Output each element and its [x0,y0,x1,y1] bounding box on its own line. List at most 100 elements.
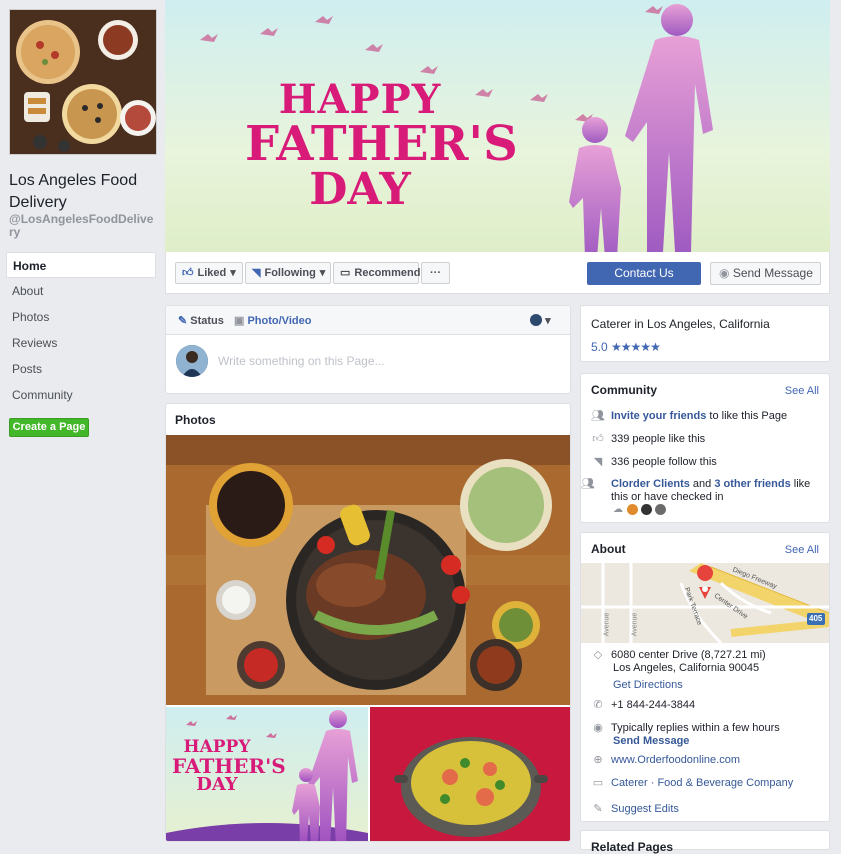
user-avatar-image [176,345,208,377]
community-see-all-link[interactable]: See All [785,385,819,397]
composer-input[interactable]: Write something on this Page... [218,354,385,368]
clorder-clients-link[interactable]: Clorder Clients [611,478,690,490]
rating-stars-icon: ★★★★★ [611,340,661,354]
messenger-icon: ◉ [593,722,603,734]
cover-line2: FATHER'S [245,116,518,172]
suggest-edits-link: Suggest Edits [611,803,679,815]
rating-row[interactable]: 5.0 ★★★★★ [591,340,661,354]
other-friends-link[interactable]: 3 other friends [714,478,790,490]
map-image [581,563,829,643]
phone-row[interactable]: ✆ +1 844-244-3844 [591,699,695,712]
photo-thumb-curry[interactable] [370,707,570,841]
address-line2: Los Angeles, California 90045 [613,662,760,674]
send-message-link[interactable]: Send Message [613,735,689,748]
follows-row: ◥ 336 people follow this [591,456,717,469]
category-icon: ▭ [592,777,604,789]
friends-row: 👥︎ Clorder Clients and 3 other friends li… [581,478,819,504]
rating-value: 5.0 [591,340,608,354]
more-options-button[interactable]: ··· [421,262,450,284]
contact-us-button[interactable]: Contact Us [587,262,701,285]
tab-status[interactable]: ✎ Status [178,314,224,327]
address-line1: 6080 center Drive (8,727.21 mi) [611,649,766,661]
status-tab-label: Status [190,315,224,327]
people-icon: 👥︎ [591,410,605,422]
follows-count: 336 people follow this [611,456,717,468]
friend-avatar[interactable] [627,504,638,515]
page-category: Caterer in Los Angeles, California [591,317,770,331]
profile-picture[interactable] [9,9,157,155]
nav-item-reviews[interactable]: Reviews [6,330,156,356]
left-column: Los Angeles Food Delivery @LosAngelesFoo… [0,0,165,842]
camera-icon: ▣ [234,315,245,327]
location-map[interactable]: Diego Freeway Center Drive Park Terrace … [581,563,829,643]
thumbs-up-icon: 👍︎ [592,433,604,445]
map-label: 405 [809,614,823,623]
response-time: Typically replies within a few hours [611,722,780,734]
nav-item-posts[interactable]: Posts [6,356,156,382]
nav-item-about[interactable]: About [6,278,156,304]
friend-avatars: ☁ [613,504,666,515]
recommend-button[interactable]: ▭ Recommend [333,262,421,284]
composer-tabs: ✎ Status ▣ Photo/Video ▾ [166,306,570,335]
page-handle[interactable]: @LosAngelesFoodDelivery [9,213,157,239]
website-row[interactable]: ⊕ www.Orderfoodonline.com [591,754,740,767]
response-row: ◉ Typically replies within a few hours [591,722,780,735]
map-label: Avenue [631,612,639,637]
get-directions-link[interactable]: Get Directions [613,679,683,692]
cover-headline: HAPPY FATHER'S DAY [245,76,518,215]
chevron-down-icon: ▾ [230,267,236,279]
cloud-icon: ☁ [613,504,623,515]
likes-count: 339 people like this [611,433,706,445]
photo-tab-label: Photo/Video [247,315,312,327]
nav-item-photos[interactable]: Photos [6,304,156,330]
business-category: Caterer · Food & Beverage Company [611,777,794,789]
chevron-down-icon: ▾ [545,315,551,327]
post-as-selector[interactable]: ▾ [530,314,551,327]
cover-photo[interactable]: HAPPY FATHER'S DAY [165,0,830,252]
thumb-line3: DAY [196,774,238,795]
invite-friends-link[interactable]: Invite your friends [611,410,706,422]
pencil-icon: ✎ [593,803,603,815]
people-icon: 👥︎ [581,478,595,490]
nav-item-community[interactable]: Community [6,382,156,408]
cover-line1: HAPPY [278,76,442,123]
map-label: Avenue [603,612,611,637]
page-name[interactable]: Los Angeles Food Delivery [9,170,159,214]
suggest-edits-row[interactable]: ✎ Suggest Edits [591,803,679,816]
phone-icon: ✆ [593,699,603,711]
photos-title: Photos [175,413,216,427]
tab-photo-video[interactable]: ▣ Photo/Video [234,314,311,327]
friend-avatar[interactable] [641,504,652,515]
friends-and-text: and [689,478,715,490]
nav-item-home[interactable]: Home [6,252,156,278]
address-row: ◇ 6080 center Drive (8,727.21 mi) [591,649,766,662]
cover-line3: DAY [309,164,411,215]
photo-main[interactable] [166,435,570,705]
photos-card: Photos HAPPY FATHER'S DAY [165,403,571,842]
rss-icon: ◥ [593,456,603,468]
likes-row: 👍︎ 339 people like this [591,433,705,446]
page-action-bar: 👍︎ Liked ▾ ◥ Following ▾ ▭ Recommend ··· Cont… [165,252,830,294]
recommend-label: Recommend [354,267,421,279]
community-card: Community See All 👥︎ Invite your friends … [580,373,830,523]
friend-avatar[interactable] [655,504,666,515]
messenger-icon: ◉ [719,266,730,280]
invite-row: 👥︎ Invite your friends to like this Page [591,410,787,423]
about-card: About See All Diego Freeway Center Drive… [580,532,830,822]
send-message-label: Send Message [732,266,813,280]
about-see-all-link[interactable]: See All [785,544,819,556]
photo-thumb-fathers-day[interactable]: HAPPY FATHER'S DAY [166,707,368,841]
avatar-small-icon [530,314,542,326]
send-message-button[interactable]: ◉ Send Message [710,262,821,285]
location-pin-icon: ◇ [593,649,603,661]
liked-button[interactable]: 👍︎ Liked ▾ [175,262,243,284]
food-spread-image [10,10,156,154]
related-pages-title: Related Pages [591,840,674,854]
following-button[interactable]: ◥ Following ▾ [245,262,331,284]
phone-number: +1 844-244-3844 [611,699,696,711]
community-title: Community [591,383,657,397]
category-row[interactable]: ▭ Caterer · Food & Beverage Company [591,777,793,790]
website-link: www.Orderfoodonline.com [611,754,741,766]
thumb-line2: FATHER'S [172,754,286,778]
create-page-button[interactable]: Create a Page [9,418,89,437]
